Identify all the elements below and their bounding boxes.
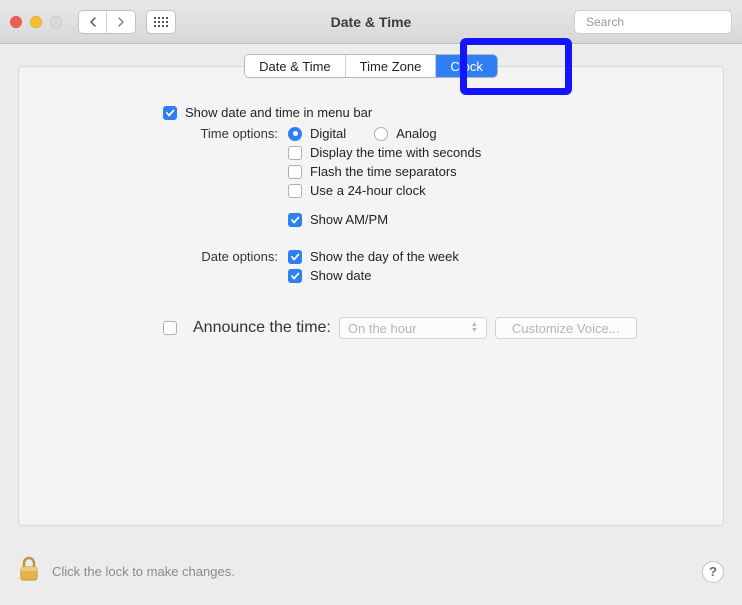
- tab-time-zone[interactable]: Time Zone: [346, 55, 437, 77]
- window-title: Date & Time: [331, 14, 412, 30]
- chevron-left-icon: [89, 17, 97, 27]
- forward-button[interactable]: [107, 11, 135, 33]
- clock-panel: Show date and time in menu bar Time opti…: [18, 66, 724, 526]
- footer: Click the lock to make changes. ?: [18, 556, 724, 587]
- lock-icon[interactable]: [18, 556, 40, 587]
- time-options-label: Time options:: [163, 126, 288, 141]
- time-options-column: Digital Analog Display the time with sec…: [288, 126, 481, 227]
- checkbox-dow[interactable]: [288, 250, 302, 264]
- checkbox-flash-separators-label: Flash the time separators: [310, 164, 457, 179]
- announce-label: Announce the time:: [193, 319, 331, 337]
- show-in-menubar-row: Show date and time in menu bar: [163, 105, 683, 120]
- grid-icon: [154, 17, 168, 27]
- back-button[interactable]: [79, 11, 107, 33]
- announce-row: Announce the time: On the hour ▲▼ Custom…: [163, 317, 683, 339]
- search-input[interactable]: [586, 15, 741, 29]
- tab-date-time[interactable]: Date & Time: [245, 55, 346, 77]
- content-area: Date & Time Time Zone Clock Show date an…: [0, 44, 742, 605]
- tab-strip: Date & Time Time Zone Clock: [18, 54, 724, 78]
- time-format-group: Digital Analog: [288, 126, 481, 141]
- radio-digital[interactable]: [288, 127, 302, 141]
- date-options-label: Date options:: [163, 249, 288, 264]
- date-options-row: Date options: Show the day of the week S…: [163, 249, 683, 283]
- announce-interval-select: On the hour ▲▼: [339, 317, 487, 339]
- select-arrows-icon: ▲▼: [471, 322, 478, 334]
- checkbox-24h-label: Use a 24-hour clock: [310, 183, 426, 198]
- radio-digital-label: Digital: [310, 126, 346, 141]
- date-options-column: Show the day of the week Show date: [288, 249, 459, 283]
- show-in-menubar-label: Show date and time in menu bar: [185, 105, 372, 120]
- close-window-button[interactable]: [10, 16, 22, 28]
- zoom-window-button[interactable]: [50, 16, 62, 28]
- checkbox-flash-separators[interactable]: [288, 165, 302, 179]
- lock-text: Click the lock to make changes.: [52, 564, 235, 579]
- search-field-wrap[interactable]: [574, 10, 732, 34]
- checkmark-icon: [165, 108, 175, 118]
- checkbox-show-date[interactable]: [288, 269, 302, 283]
- help-button[interactable]: ?: [702, 561, 724, 583]
- checkbox-seconds-label: Display the time with seconds: [310, 145, 481, 160]
- checkbox-ampm[interactable]: [288, 213, 302, 227]
- traffic-lights: [10, 16, 62, 28]
- chevron-right-icon: [117, 17, 125, 27]
- preferences-window: Date & Time Date & Time Time Zone Clock …: [0, 0, 742, 605]
- customize-voice-button: Customize Voice...: [495, 317, 637, 339]
- radio-analog[interactable]: [374, 127, 388, 141]
- nav-back-forward: [78, 10, 136, 34]
- tab-segmented-control: Date & Time Time Zone Clock: [244, 54, 498, 78]
- checkbox-24h[interactable]: [288, 184, 302, 198]
- time-options-row: Time options: Digital Analog: [163, 126, 683, 227]
- lock-group: Click the lock to make changes.: [18, 556, 235, 587]
- titlebar: Date & Time: [0, 0, 742, 44]
- checkmark-icon: [290, 271, 300, 281]
- radio-analog-label: Analog: [396, 126, 436, 141]
- show-in-menubar-checkbox[interactable]: [163, 106, 177, 120]
- announce-interval-value: On the hour: [348, 321, 417, 336]
- checkbox-seconds[interactable]: [288, 146, 302, 160]
- tab-clock[interactable]: Clock: [436, 55, 497, 77]
- checkbox-show-date-label: Show date: [310, 268, 371, 283]
- checkmark-icon: [290, 252, 300, 262]
- checkbox-announce[interactable]: [163, 321, 177, 335]
- checkmark-icon: [290, 215, 300, 225]
- minimize-window-button[interactable]: [30, 16, 42, 28]
- checkbox-dow-label: Show the day of the week: [310, 249, 459, 264]
- checkbox-ampm-label: Show AM/PM: [310, 212, 388, 227]
- show-all-button[interactable]: [146, 10, 176, 34]
